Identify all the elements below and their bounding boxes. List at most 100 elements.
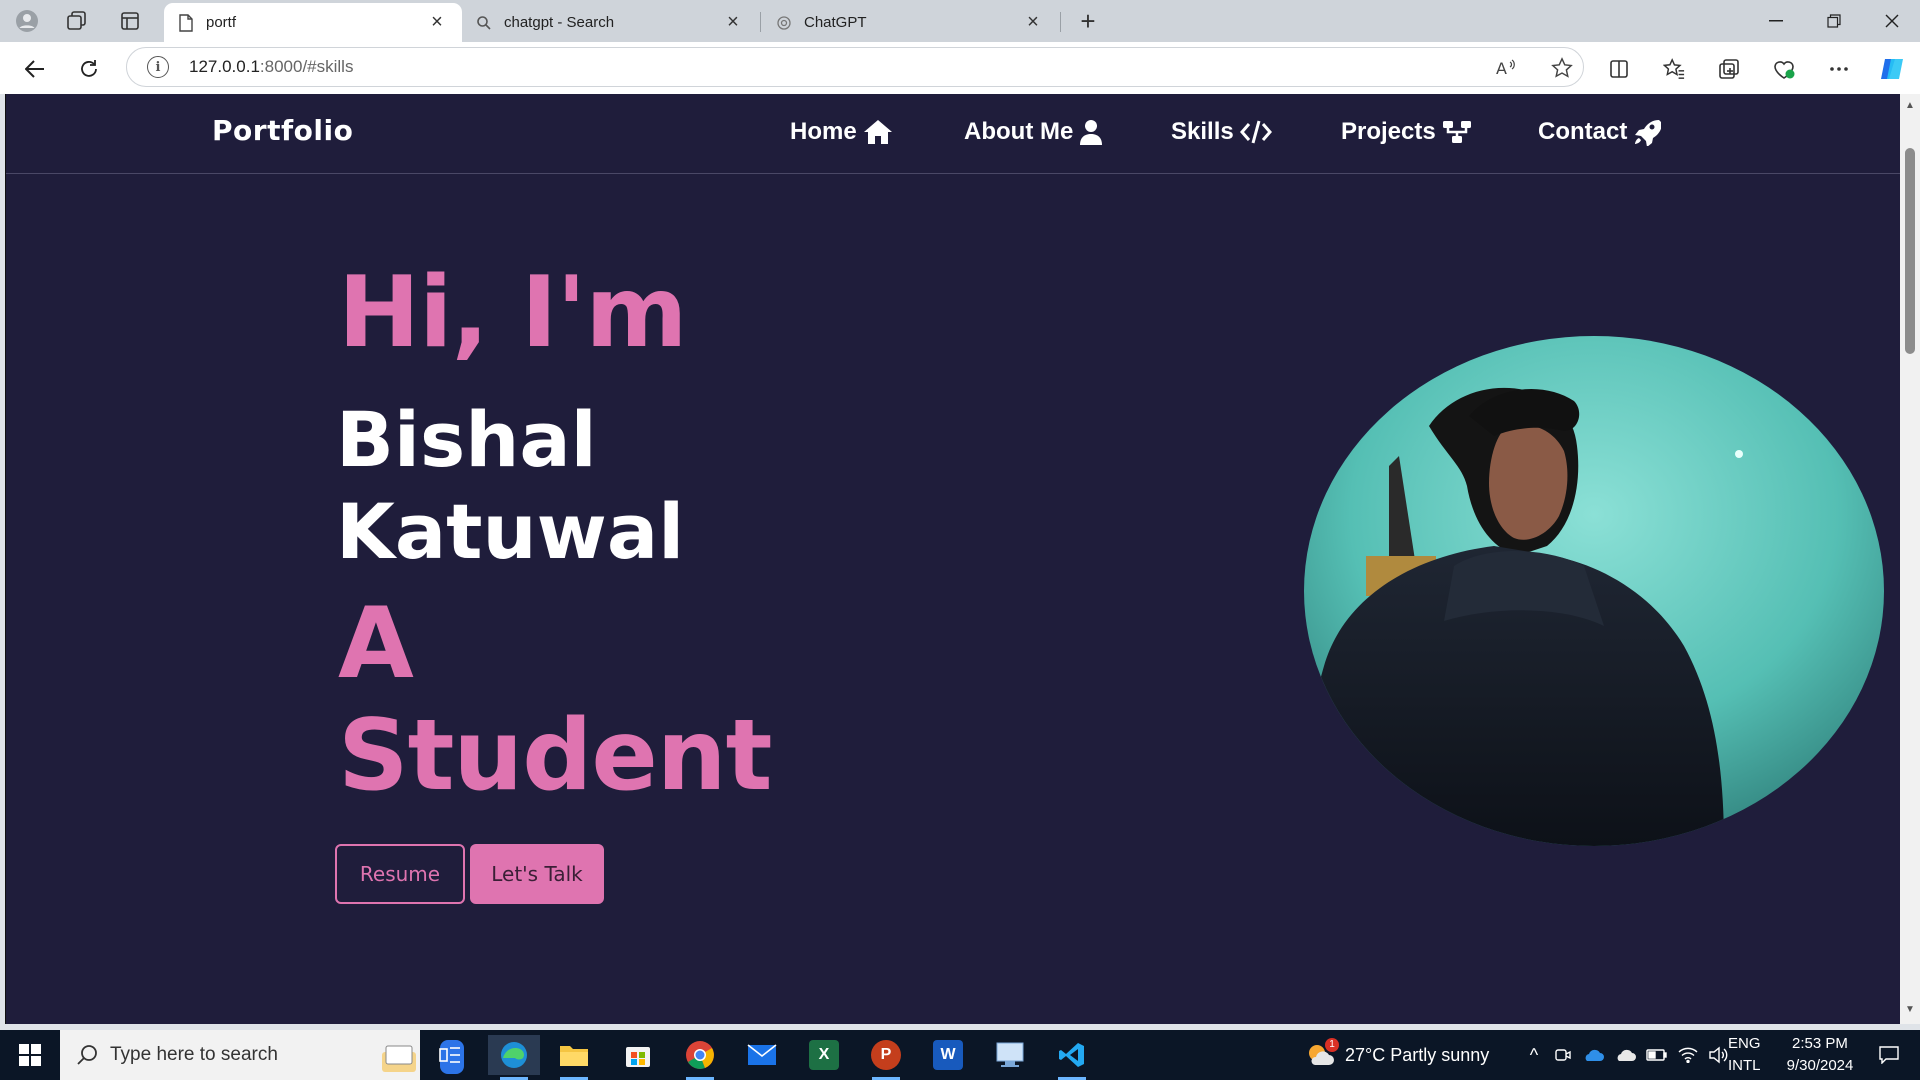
- tab-separator: [760, 12, 761, 32]
- mail-icon[interactable]: [736, 1035, 788, 1075]
- windows-start-icon[interactable]: [4, 1035, 56, 1075]
- resume-button[interactable]: Resume: [335, 844, 465, 904]
- weather-alert-badge: 1: [1325, 1038, 1339, 1052]
- meet-now-icon[interactable]: [1554, 1046, 1572, 1064]
- close-tab-icon[interactable]: ×: [1022, 11, 1044, 34]
- clock-date: 9/30/2024: [1786, 1057, 1854, 1074]
- weather-text: 27°C Partly sunny: [1345, 1044, 1490, 1065]
- lets-talk-button[interactable]: Let's Talk: [470, 844, 604, 904]
- split-screen-icon[interactable]: [1602, 52, 1636, 86]
- hero-role: A Student: [338, 587, 772, 813]
- back-icon[interactable]: [18, 52, 52, 86]
- search-icon: [77, 1045, 97, 1065]
- windows-taskbar: Type here to search X P W 1 27°C Partly …: [0, 1030, 1920, 1080]
- page-viewport: Portfolio Home About Me Skills Projects …: [5, 94, 1900, 1024]
- onedrive-personal-icon[interactable]: [1614, 1047, 1636, 1063]
- collections-icon[interactable]: [1712, 52, 1746, 86]
- address-bar[interactable]: i 127.0.0.1:8000/#skills A: [126, 47, 1584, 87]
- read-aloud-icon[interactable]: A: [1492, 53, 1522, 83]
- browser-essentials-icon[interactable]: [1767, 52, 1801, 86]
- tab-portf[interactable]: portf ×: [164, 3, 462, 42]
- nav-skills-label: Skills: [1171, 118, 1234, 145]
- restore-icon[interactable]: [1814, 6, 1854, 36]
- wifi-icon[interactable]: [1678, 1047, 1698, 1063]
- language-top: ENG: [1728, 1035, 1761, 1052]
- language-bottom: INTL: [1728, 1057, 1761, 1074]
- tab-separator: [1060, 12, 1061, 32]
- more-options-icon[interactable]: [1822, 52, 1856, 86]
- nav-home[interactable]: Home: [790, 118, 893, 146]
- nav-home-label: Home: [790, 118, 857, 145]
- clock[interactable]: 2:53 PM 9/30/2024: [1774, 1030, 1866, 1080]
- chatgpt-icon: [777, 15, 791, 30]
- nav-contact[interactable]: Contact: [1538, 118, 1662, 146]
- taskbar-search-box[interactable]: Type here to search: [60, 1030, 464, 1080]
- tab-chatgpt[interactable]: ChatGPT ×: [762, 3, 1058, 42]
- vscode-icon[interactable]: [1046, 1035, 1098, 1080]
- page-scrollbar[interactable]: ▲ ▼: [1900, 94, 1920, 1024]
- user-icon: [1080, 120, 1103, 145]
- home-icon: [863, 120, 892, 144]
- nav-projects-label: Projects: [1341, 118, 1436, 145]
- tab-title: ChatGPT: [804, 14, 867, 31]
- sitemap-icon: [1442, 121, 1471, 143]
- workspaces-icon[interactable]: [64, 8, 90, 34]
- tab-title: chatgpt - Search: [504, 14, 615, 31]
- site-logo[interactable]: Portfolio: [212, 114, 353, 147]
- new-tab-icon[interactable]: +: [1075, 6, 1101, 36]
- close-tab-icon[interactable]: ×: [722, 11, 744, 34]
- rocket-icon: [1635, 120, 1662, 146]
- clock-time: 2:53 PM: [1792, 1035, 1848, 1052]
- nav-about-me[interactable]: About Me: [964, 118, 1103, 146]
- notifications-icon[interactable]: [1866, 1030, 1912, 1080]
- site-info-icon[interactable]: i: [147, 56, 169, 78]
- reload-icon[interactable]: [72, 52, 106, 86]
- nav-projects[interactable]: Projects: [1341, 118, 1472, 146]
- url-text[interactable]: 127.0.0.1:8000/#skills: [189, 57, 353, 77]
- browser-tab-strip: portf × chatgpt - Search × ChatGPT × +: [0, 0, 1920, 42]
- tab-actions-icon[interactable]: [117, 8, 143, 34]
- remote-desktop-icon[interactable]: [984, 1035, 1036, 1075]
- battery-icon[interactable]: [1646, 1048, 1668, 1062]
- microsoft-store-icon[interactable]: [612, 1035, 664, 1075]
- tab-chatgpt-search[interactable]: chatgpt - Search ×: [462, 3, 758, 42]
- file-explorer-icon[interactable]: [548, 1035, 600, 1080]
- scroll-up-icon[interactable]: ▲: [1904, 100, 1916, 111]
- task-view-icon[interactable]: [424, 1035, 476, 1075]
- close-window-icon[interactable]: [1872, 6, 1912, 36]
- copilot-icon[interactable]: [1876, 52, 1910, 86]
- weather-widget[interactable]: 1 27°C Partly sunny: [1305, 1030, 1489, 1080]
- favorite-star-icon[interactable]: [1547, 53, 1577, 83]
- powerpoint-icon[interactable]: P: [860, 1035, 912, 1080]
- code-icon: [1239, 120, 1272, 144]
- excel-icon[interactable]: X: [798, 1035, 850, 1075]
- browser-toolbar: i 127.0.0.1:8000/#skills A: [0, 42, 1920, 94]
- edge-taskbar-icon[interactable]: [488, 1035, 540, 1080]
- url-path: :8000/#skills: [259, 57, 354, 76]
- volume-icon[interactable]: [1708, 1046, 1728, 1064]
- word-icon[interactable]: W: [922, 1035, 974, 1075]
- hero-name: Bishal Katuwal: [336, 395, 685, 576]
- show-hidden-icons-icon[interactable]: ^: [1520, 1045, 1548, 1066]
- nav-about-label: About Me: [964, 118, 1074, 145]
- onedrive-icon[interactable]: [1582, 1047, 1604, 1063]
- language-indicator[interactable]: ENG INTL: [1728, 1030, 1761, 1080]
- scrollbar-thumb[interactable]: [1905, 148, 1915, 354]
- taskbar-search-placeholder: Type here to search: [110, 1044, 278, 1065]
- nav-contact-label: Contact: [1538, 118, 1628, 145]
- url-host: 127.0.0.1: [189, 57, 260, 76]
- favorites-icon[interactable]: [1657, 52, 1691, 86]
- minimize-icon[interactable]: [1756, 6, 1796, 36]
- chrome-icon[interactable]: [674, 1035, 726, 1080]
- page-icon: [179, 13, 193, 32]
- system-tray-icons: ^: [1520, 1030, 1728, 1080]
- scroll-down-icon[interactable]: ▼: [1904, 1004, 1916, 1015]
- tab-title: portf: [206, 14, 237, 31]
- hero-greeting: Hi, I'm: [338, 256, 688, 370]
- profile-icon[interactable]: [14, 8, 40, 34]
- close-tab-icon[interactable]: ×: [426, 11, 448, 34]
- site-navbar: Portfolio Home About Me Skills Projects …: [6, 94, 1900, 174]
- svg-text:A: A: [1496, 59, 1507, 78]
- nav-skills[interactable]: Skills: [1171, 118, 1272, 146]
- profile-photo: [1304, 336, 1884, 846]
